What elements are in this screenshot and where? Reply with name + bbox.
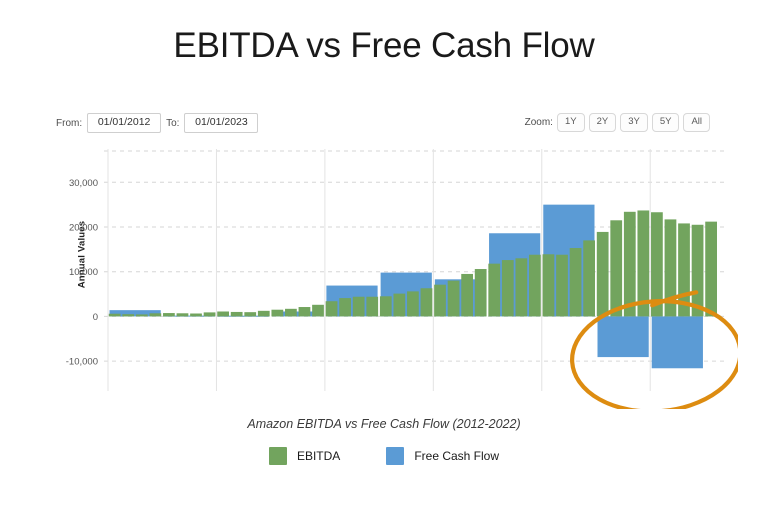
chart-toolbar: From: 01/01/2012 To: 01/01/2023 Zoom: 1Y… — [30, 105, 738, 139]
page-title: EBITDA vs Free Cash Flow — [173, 26, 595, 65]
svg-text:-10,000: -10,000 — [66, 357, 98, 368]
legend-item-free-cash-flow[interactable]: Free Cash Flow — [386, 447, 499, 465]
svg-text:10,000: 10,000 — [69, 267, 98, 278]
legend-item-ebitda[interactable]: EBITDA — [268, 447, 341, 465]
date-range-controls: From: 01/01/2012 To: 01/01/2023 — [56, 113, 259, 133]
to-label: To: — [166, 117, 180, 129]
chart-legend: EBITDA Free Cash Flow — [30, 447, 738, 465]
zoom-label: Zoom: — [524, 117, 553, 128]
plot-area: Annual Values 30,000 20,000 10,000 0 -10,000 — [30, 141, 738, 409]
y-axis-tick-labels: 30,000 20,000 10,000 0 -10,000 — [66, 178, 98, 368]
chart-widget: From: 01/01/2012 To: 01/01/2023 Zoom: 1Y… — [30, 105, 738, 485]
to-date-input[interactable]: 01/01/2023 — [184, 113, 259, 133]
zoom-button-5y[interactable]: 5Y — [651, 113, 680, 132]
zoom-controls: Zoom: 1Y 2Y 3Y 5Y All — [525, 113, 710, 132]
from-label: From: — [56, 117, 83, 129]
ebitda-bars — [108, 210, 717, 317]
legend-label-ebitda: EBITDA — [296, 449, 341, 463]
chart-caption: Amazon EBITDA vs Free Cash Flow (2012-20… — [247, 417, 521, 431]
zoom-button-all[interactable]: All — [683, 113, 710, 132]
from-date-input[interactable]: 01/01/2012 — [87, 113, 162, 133]
legend-label-free-cash-flow: Free Cash Flow — [414, 449, 500, 463]
legend-swatch-ebitda — [268, 447, 287, 465]
zoom-button-1y[interactable]: 1Y — [556, 113, 585, 132]
slide-canvas: EBITDA vs Free Cash Flow From: 01/01/201… — [0, 0, 768, 512]
zoom-button-3y[interactable]: 3Y — [620, 113, 648, 132]
svg-text:20,000: 20,000 — [69, 223, 98, 234]
svg-text:30,000: 30,000 — [69, 178, 98, 189]
chart-canvas: 30,000 20,000 10,000 0 -10,000 — [66, 149, 738, 409]
zoom-button-2y[interactable]: 2Y — [588, 113, 617, 132]
legend-swatch-free-cash-flow — [386, 447, 405, 465]
svg-text:0: 0 — [93, 312, 98, 323]
